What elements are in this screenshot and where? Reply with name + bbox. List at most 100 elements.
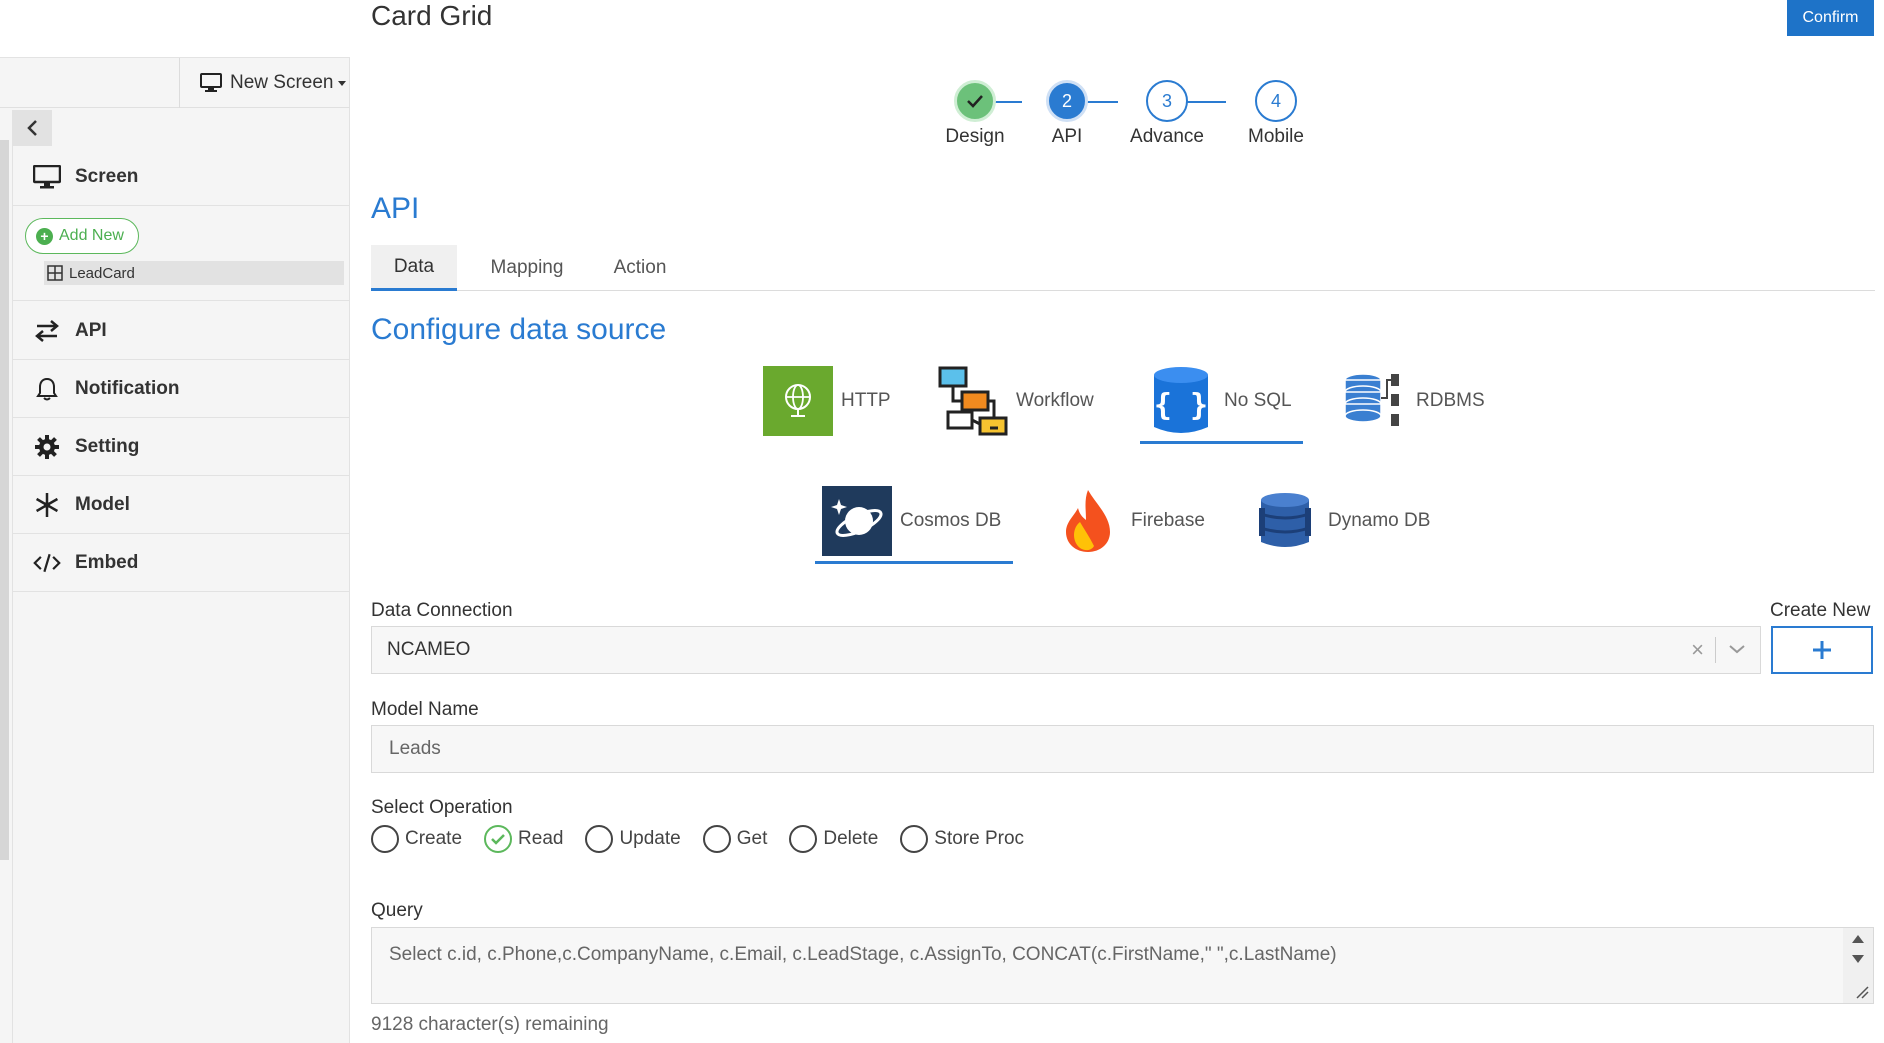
datasource-selected-underline	[815, 561, 1013, 564]
cosmos-icon	[822, 486, 892, 556]
sidebar-item-screen[interactable]: Screen	[13, 148, 350, 206]
operation-option-get[interactable]: Get	[702, 825, 767, 853]
scroll-up-icon[interactable]	[1851, 934, 1865, 944]
firebase-icon	[1053, 486, 1123, 556]
operation-label: Store Proc	[934, 828, 1025, 849]
data-connection-label: Data Connection	[371, 600, 513, 621]
datasource-dynamodb[interactable]: Dynamo DB	[1250, 486, 1430, 556]
tab-data[interactable]: Data	[371, 245, 457, 291]
datasource-label: Dynamo DB	[1328, 510, 1431, 531]
data-connection-select[interactable]: NCAMEO ×	[371, 626, 1761, 674]
datasource-firebase[interactable]: Firebase	[1053, 486, 1205, 556]
sidebar-item-label: Notification	[75, 377, 180, 399]
radio-button[interactable]	[371, 825, 399, 853]
operation-option-delete[interactable]: Delete	[789, 825, 878, 853]
screen-list-item[interactable]: LeadCard	[44, 261, 344, 285]
select-divider	[1715, 637, 1716, 663]
step-label: Advance	[1130, 126, 1204, 147]
left-panel: New Screen Screen + Add New LeadCard API…	[0, 0, 350, 1043]
datasource-workflow[interactable]: Workflow	[938, 366, 1094, 436]
model-name-input[interactable]	[371, 725, 1874, 773]
operation-label: Read	[518, 828, 564, 849]
confirm-button[interactable]: Confirm	[1787, 0, 1874, 36]
chevron-down-icon[interactable]	[1728, 639, 1746, 661]
sidebar-item-notification[interactable]: Notification	[13, 360, 350, 418]
step-api[interactable]: 2	[1046, 80, 1088, 122]
characters-remaining: 9128 character(s) remaining	[371, 1014, 609, 1035]
toolbar-divider	[179, 58, 180, 108]
step-label: API	[1051, 126, 1083, 147]
radio-button[interactable]	[585, 825, 614, 853]
step-design[interactable]	[954, 80, 996, 122]
add-new-button[interactable]: + Add New	[25, 218, 139, 254]
caret-down-icon	[337, 80, 346, 86]
operation-option-update[interactable]: Update	[585, 825, 681, 853]
operation-label: Delete	[823, 828, 879, 849]
new-screen-dropdown[interactable]: New Screen	[200, 69, 346, 97]
operation-label: Create	[405, 828, 463, 849]
sidebar-item-label: API	[75, 319, 107, 341]
operation-radio-group: Create Read Update Get Delete Store Proc	[371, 825, 1024, 853]
tab-mapping[interactable]: Mapping	[472, 245, 582, 291]
sidebar-item-label: Setting	[75, 435, 140, 457]
sidebar-item-setting[interactable]: Setting	[13, 418, 350, 476]
bell-icon	[33, 375, 61, 403]
resize-handle-icon[interactable]	[1855, 985, 1869, 999]
tab-action[interactable]: Action	[595, 245, 685, 291]
arrows-exchange-icon	[33, 317, 61, 345]
datasource-http[interactable]: HTTP	[763, 366, 891, 436]
datasource-rdbms[interactable]: RDBMS	[1338, 366, 1485, 436]
section-title: API	[371, 192, 420, 225]
grid-icon	[47, 265, 63, 281]
tab-bar: Data Mapping Action	[371, 245, 1875, 291]
radio-button[interactable]	[702, 825, 731, 853]
plus-icon	[1813, 641, 1831, 659]
radio-checked-icon[interactable]	[484, 825, 513, 853]
model-name-label: Model Name	[371, 699, 479, 720]
data-connection-value: NCAMEO	[387, 639, 471, 660]
step-label: Design	[945, 126, 1005, 147]
screen-list-item-label: LeadCard	[69, 264, 135, 282]
datasource-label: Workflow	[1016, 390, 1094, 411]
gear-icon	[33, 433, 61, 461]
radio-button[interactable]	[789, 825, 818, 853]
operation-option-read[interactable]: Read	[484, 825, 563, 853]
create-new-button[interactable]	[1771, 626, 1873, 674]
datasource-label: RDBMS	[1416, 390, 1485, 411]
datasource-cosmos-db[interactable]: Cosmos DB	[822, 486, 1001, 556]
sidebar-item-model[interactable]: Model	[13, 476, 350, 534]
radio-button[interactable]	[900, 825, 929, 853]
workflow-icon	[938, 366, 1008, 436]
clear-icon[interactable]: ×	[1691, 637, 1704, 663]
page-title: Card Grid	[371, 0, 493, 31]
app-root: New Screen Screen + Add New LeadCard API…	[0, 0, 1884, 1043]
query-label: Query	[371, 900, 423, 921]
sidebar-item-embed[interactable]: Embed	[13, 534, 350, 592]
configure-data-source-title: Configure data source	[371, 313, 667, 346]
collapse-panel-button[interactable]	[12, 110, 52, 146]
operation-label: Update	[619, 828, 681, 849]
monitor-icon	[33, 163, 61, 191]
sidebar-item-api[interactable]: API	[13, 302, 350, 360]
textarea-scrollbar[interactable]	[1843, 928, 1873, 1003]
operation-option-create[interactable]: Create	[371, 825, 462, 853]
screen-toolbar: New Screen	[0, 58, 350, 108]
step-mobile[interactable]: 4	[1255, 80, 1297, 122]
datasource-selected-underline	[1140, 441, 1303, 444]
scroll-down-icon[interactable]	[1851, 954, 1865, 964]
query-textarea[interactable]: Select c.id, c.Phone,c.CompanyName, c.Em…	[371, 927, 1874, 1004]
svg-text:{ }: { }	[1154, 388, 1208, 423]
left-panel-header	[0, 0, 350, 58]
check-icon	[967, 95, 983, 108]
step-advance[interactable]: 3	[1146, 80, 1188, 122]
create-new-label: Create New	[1770, 600, 1871, 621]
chevron-left-icon	[27, 120, 37, 136]
code-icon	[33, 549, 61, 577]
panel-scrollbar[interactable]	[0, 140, 9, 860]
panel-border	[12, 146, 13, 1043]
operation-option-store-proc[interactable]: Store Proc	[900, 825, 1024, 853]
datasource-nosql[interactable]: { } No SQL	[1146, 366, 1292, 436]
snowflake-icon	[33, 491, 61, 519]
database-icon	[1338, 366, 1408, 436]
nosql-icon: { }	[1146, 366, 1216, 436]
